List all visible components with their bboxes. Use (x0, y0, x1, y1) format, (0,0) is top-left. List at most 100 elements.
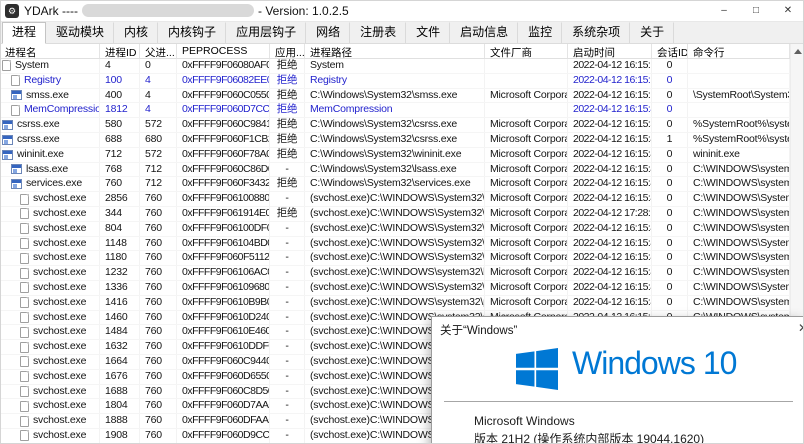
tab-11[interactable]: 关于 (630, 22, 674, 43)
tab-10[interactable]: 系统杂项 (562, 22, 630, 43)
process-row-760[interactable]: services.exe7607120xFFFF9F060F3432C0拒绝C:… (0, 177, 790, 192)
app-icon (11, 164, 22, 174)
cell-ep: 0xFFFF9F06109680C0 (177, 281, 270, 295)
cell-pid: 4 (100, 59, 140, 73)
process-row-2856[interactable]: svchost.exe28567600xFFFF9F0610088080-(sv… (0, 192, 790, 207)
tab-1[interactable]: 驱动模块 (46, 22, 114, 43)
process-row-1148[interactable]: svchost.exe11487600xFFFF9F06104BD0C0-(sv… (0, 237, 790, 252)
cell-ppid: 680 (140, 133, 177, 147)
cell-ep: 0xFFFF9F060C055040 (177, 89, 270, 103)
cell-acc: - (270, 192, 305, 206)
cell-sess: 0 (652, 237, 688, 251)
cell-sess: 0 (652, 222, 688, 236)
cell-cmd: C:\WINDOWS\system32\services.exe (688, 177, 790, 191)
cell-acc: 拒绝 (270, 133, 305, 147)
tab-5[interactable]: 网络 (306, 22, 350, 43)
process-row-580[interactable]: csrss.exe5805720xFFFF9F060C984140拒绝C:\Wi… (0, 118, 790, 133)
column-header-sess[interactable]: 会话ID (652, 44, 688, 58)
cell-ep: 0xFFFF9F06100DF0C0 (177, 222, 270, 236)
column-header-acc[interactable]: 应用... (270, 44, 305, 58)
cell-cmd: %SystemRoot%\system32\csrss.exe (688, 118, 790, 132)
column-header-name[interactable]: 进程名 (0, 44, 100, 58)
cell-pid: 344 (100, 207, 140, 221)
cell-ep: 0xFFFF9F06106AC0C0 (177, 266, 270, 280)
app-icon (2, 120, 13, 130)
cell-pid: 1232 (100, 266, 140, 280)
cell-start: 2022-04-12 16:15:11 (568, 74, 652, 88)
cell-ppid: 760 (140, 266, 177, 280)
dialog-close-icon[interactable]: ✕ (798, 321, 803, 335)
process-row-768[interactable]: lsass.exe7687120xFFFF9F060C86D080-C:\Win… (0, 163, 790, 178)
process-row-400[interactable]: smss.exe40040xFFFF9F060C055040拒绝C:\Windo… (0, 89, 790, 104)
cell-ep: 0xFFFF9F0610D240C0 (177, 311, 270, 325)
page-icon (20, 371, 29, 382)
process-row-1232[interactable]: svchost.exe12327600xFFFF9F06106AC0C0-(sv… (0, 266, 790, 281)
column-header-ep[interactable]: PEPROCESS (177, 44, 270, 58)
cell-pid: 1632 (100, 340, 140, 354)
cell-ppid: 760 (140, 340, 177, 354)
cell-cmd (688, 74, 790, 88)
maximize-button[interactable]: □ (740, 0, 772, 21)
process-name-cell: Registry (0, 74, 100, 88)
process-row-712[interactable]: wininit.exe7125720xFFFF9F060F78A0C0拒绝C:\… (0, 148, 790, 163)
cell-pid: 580 (100, 118, 140, 132)
column-header-cmd[interactable]: 命令行 (688, 44, 790, 58)
cell-ep: 0xFFFF9F060C944080 (177, 355, 270, 369)
process-name: svchost.exe (33, 399, 86, 413)
column-header-ppid[interactable]: 父进... (140, 44, 177, 58)
process-row-688[interactable]: csrss.exe6886800xFFFF9F060F1CB240拒绝C:\Wi… (0, 133, 790, 148)
cell-pid: 1416 (100, 296, 140, 310)
process-name: svchost.exe (33, 414, 86, 428)
tab-3[interactable]: 内核钩子 (158, 22, 226, 43)
process-name-cell: csrss.exe (0, 118, 100, 132)
column-header-start[interactable]: 启动时间 (568, 44, 652, 58)
process-row-804[interactable]: svchost.exe8047600xFFFF9F06100DF0C0-(svc… (0, 222, 790, 237)
process-row-1180[interactable]: svchost.exe11807600xFFFF9F060F511240-(sv… (0, 251, 790, 266)
tab-9[interactable]: 监控 (518, 22, 562, 43)
process-row-344[interactable]: svchost.exe3447600xFFFF9F061914E080拒绝(sv… (0, 207, 790, 222)
tab-0[interactable]: 进程 (2, 22, 46, 44)
process-name-cell: svchost.exe (0, 340, 100, 354)
cell-cmd: C:\WINDOWS\system32\svchost.exe (688, 266, 790, 280)
table-header-row: 进程名进程ID父进...PEPROCESS应用...进程路径文件厂商启动时间会话… (0, 44, 790, 59)
process-name-cell: svchost.exe (0, 325, 100, 339)
cell-ppid: 0 (140, 59, 177, 73)
close-button[interactable]: ✕ (772, 0, 804, 21)
process-name: Registry (24, 74, 61, 88)
process-name: svchost.exe (33, 222, 86, 236)
cell-start: 2022-04-12 16:15:43 (568, 251, 652, 265)
process-name-cell: svchost.exe (0, 414, 100, 428)
tab-6[interactable]: 注册表 (350, 22, 406, 43)
scroll-up-button[interactable] (791, 44, 804, 59)
cell-ppid: 760 (140, 355, 177, 369)
column-header-path[interactable]: 进程路径 (305, 44, 485, 58)
dialog-divider (444, 401, 793, 402)
cell-path: C:\Windows\System32\smss.exe (305, 89, 485, 103)
tab-4[interactable]: 应用层钩子 (226, 22, 306, 43)
cell-pid: 1180 (100, 251, 140, 265)
cell-start: 2022-04-12 16:15:42 (568, 177, 652, 191)
cell-acc: - (270, 163, 305, 177)
tab-8[interactable]: 启动信息 (450, 22, 518, 43)
cell-sess: 0 (652, 266, 688, 280)
process-row-1416[interactable]: svchost.exe14167600xFFFF9F0610B9B0C0-(sv… (0, 296, 790, 311)
process-row-100[interactable]: Registry10040xFFFF9F06082EE080拒绝Registry… (0, 74, 790, 89)
process-row-1336[interactable]: svchost.exe13367600xFFFF9F06109680C0-(sv… (0, 281, 790, 296)
process-row-1812[interactable]: MemCompression181240xFFFF9F060D7CC040拒绝M… (0, 103, 790, 118)
cell-ep: 0xFFFF9F06080AF040 (177, 59, 270, 73)
process-row-4[interactable]: System400xFFFF9F06080AF040拒绝System2022-0… (0, 59, 790, 74)
cell-ppid: 760 (140, 281, 177, 295)
tab-7[interactable]: 文件 (406, 22, 450, 43)
cell-ep: 0xFFFF9F060D7AA080 (177, 399, 270, 413)
cell-path: C:\Windows\System32\wininit.exe (305, 148, 485, 162)
process-name: svchost.exe (33, 296, 86, 310)
column-header-vendor[interactable]: 文件厂商 (485, 44, 568, 58)
cell-ep: 0xFFFF9F0610DDF0C0 (177, 340, 270, 354)
page-icon (20, 238, 29, 249)
column-header-pid[interactable]: 进程ID (100, 44, 140, 58)
tab-2[interactable]: 内核 (114, 22, 158, 43)
minimize-button[interactable]: – (708, 0, 740, 21)
process-name-cell: svchost.exe (0, 207, 100, 221)
process-name: svchost.exe (33, 237, 86, 251)
page-icon (20, 342, 29, 353)
